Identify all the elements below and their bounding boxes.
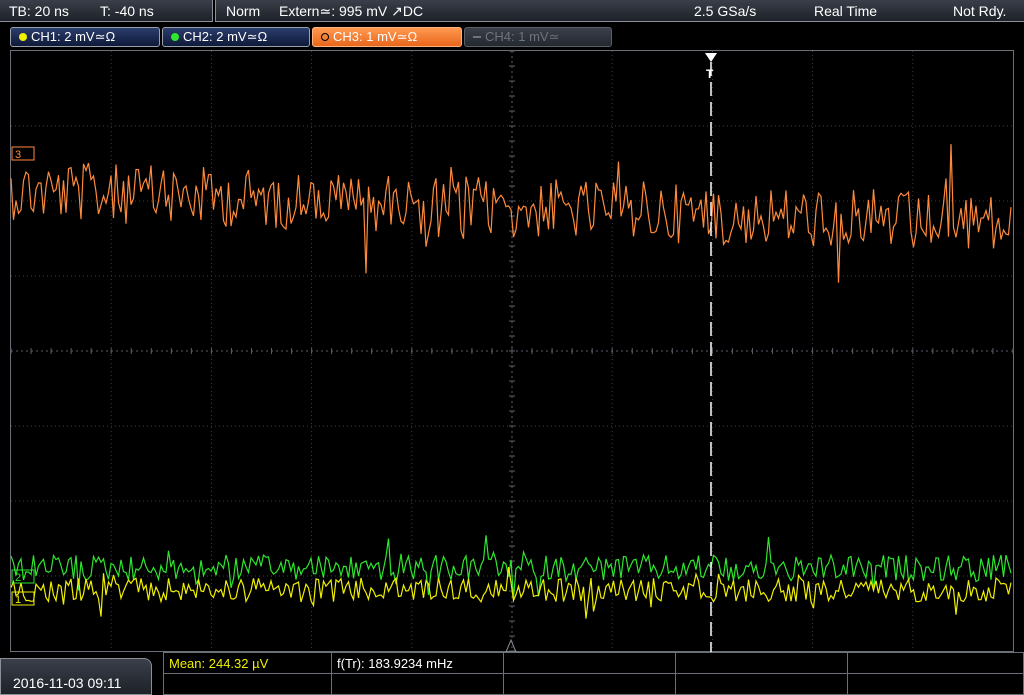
measurement-cell-empty-2[interactable] <box>676 653 848 674</box>
measurement-cell-mean[interactable]: Mean: 244.32 µV <box>164 653 332 674</box>
ch2-offset-marker-label: 2 <box>15 572 21 584</box>
measurement-cell-empty-6[interactable] <box>504 674 676 695</box>
measurement-frequency: f(Tr): 183.9234 mHz <box>337 656 453 671</box>
trigger-marker-label: T <box>706 67 714 81</box>
measurement-cell-empty-5[interactable] <box>332 674 504 695</box>
center-marker-icon <box>505 638 517 653</box>
measurement-cell-empty-8[interactable] <box>848 674 1023 695</box>
measurement-cell-empty-3[interactable] <box>848 653 1023 674</box>
trigger-arrow-icon[interactable] <box>705 53 717 62</box>
datetime-box: 2016-11-03 09:11 <box>0 658 152 695</box>
waveform-canvas[interactable]: T 3 2 1 <box>0 0 1024 695</box>
measurement-cell-empty-4[interactable] <box>164 674 332 695</box>
ch3-waveform[interactable] <box>10 144 1012 283</box>
ch1-waveform[interactable] <box>10 567 1012 619</box>
ch1-offset-marker-label: 1 <box>15 594 21 606</box>
measurement-cell-empty-7[interactable] <box>676 674 848 695</box>
measurement-cell-empty-1[interactable] <box>504 653 676 674</box>
graticule <box>10 50 1014 652</box>
measurement-cell-freq[interactable]: f(Tr): 183.9234 mHz <box>332 653 504 674</box>
ch3-offset-marker-label: 3 <box>15 149 21 161</box>
measurement-panel[interactable]: Mean: 244.32 µV f(Tr): 183.9234 mHz <box>163 652 1024 695</box>
ch2-waveform[interactable] <box>10 535 1012 598</box>
measurement-mean: Mean: 244.32 µV <box>169 656 269 671</box>
datetime-label: 2016-11-03 09:11 <box>13 675 122 691</box>
